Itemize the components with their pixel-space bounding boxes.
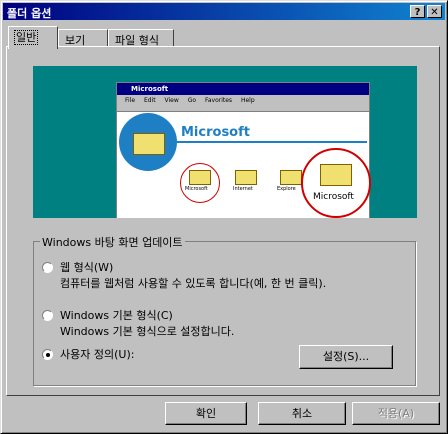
preview-heading: Microsoft: [181, 125, 250, 140]
radio-custom[interactable]: [42, 349, 53, 360]
preview-menu: File Edit View Go Favorites Help: [117, 95, 369, 107]
option-label[interactable]: 웹 형식(W): [60, 259, 113, 275]
tab-general-label: 일반: [13, 30, 39, 45]
preview-menu-item: Edit: [143, 97, 156, 104]
close-button[interactable]: ✕: [427, 5, 442, 18]
preview-menu-item: Go: [187, 97, 197, 104]
help-button[interactable]: ?: [410, 5, 425, 18]
preview-menu-item: Help: [240, 97, 255, 104]
zoom-label: Microsoft: [313, 192, 354, 202]
tab-view[interactable]: 보기: [58, 29, 108, 47]
apply-button[interactable]: 적용(A): [352, 402, 440, 425]
option-description: Windows 기본 형식으로 설정합니다.: [60, 325, 235, 338]
preview-menu-item: View: [164, 97, 179, 104]
desktop-preview: Microsoft File Edit View Go Favorites He…: [33, 66, 417, 218]
preview-menu-item: Favorites: [204, 97, 233, 104]
tab-general[interactable]: 일반: [8, 26, 58, 49]
cancel-button[interactable]: 취소: [258, 402, 346, 425]
group-legend: Windows 바탕 화면 업데이트: [40, 234, 185, 250]
zoom-circle: Microsoft: [301, 148, 371, 218]
preview-menu-item: File: [125, 97, 136, 104]
preview-toolbar: [117, 107, 369, 112]
option-label[interactable]: Windows 기본 형식(C): [60, 307, 173, 323]
option-description: 컴퓨터를 웹처럼 사용할 수 있도록 합니다(예, 한 번 클릭).: [60, 277, 327, 290]
preview-window-title: Microsoft: [117, 83, 369, 95]
option-label[interactable]: 사용자 정의(U):: [60, 346, 134, 362]
folder-icon: [133, 133, 165, 155]
ok-button[interactable]: 확인: [165, 402, 247, 425]
radio-web-style[interactable]: [42, 262, 53, 273]
tab-file-types[interactable]: 파일 형식: [108, 29, 174, 47]
preview-item-label: Explore: [277, 186, 296, 192]
window-title: 폴더 옵션: [7, 7, 52, 20]
preview-large-folder-icon: [119, 113, 177, 171]
folder-icon: [235, 170, 257, 185]
preview-item-label: Internet: [233, 186, 253, 192]
settings-button[interactable]: 설정(S)...: [299, 345, 393, 369]
radio-dot: [46, 353, 50, 357]
preview-divider: [177, 141, 367, 143]
radio-classic-style[interactable]: [42, 310, 53, 321]
folder-icon: [320, 164, 352, 186]
folder-icon: [280, 170, 302, 185]
highlight-circle: [180, 163, 220, 203]
title-bar[interactable]: 폴더 옵션 ? ✕: [3, 3, 445, 20]
